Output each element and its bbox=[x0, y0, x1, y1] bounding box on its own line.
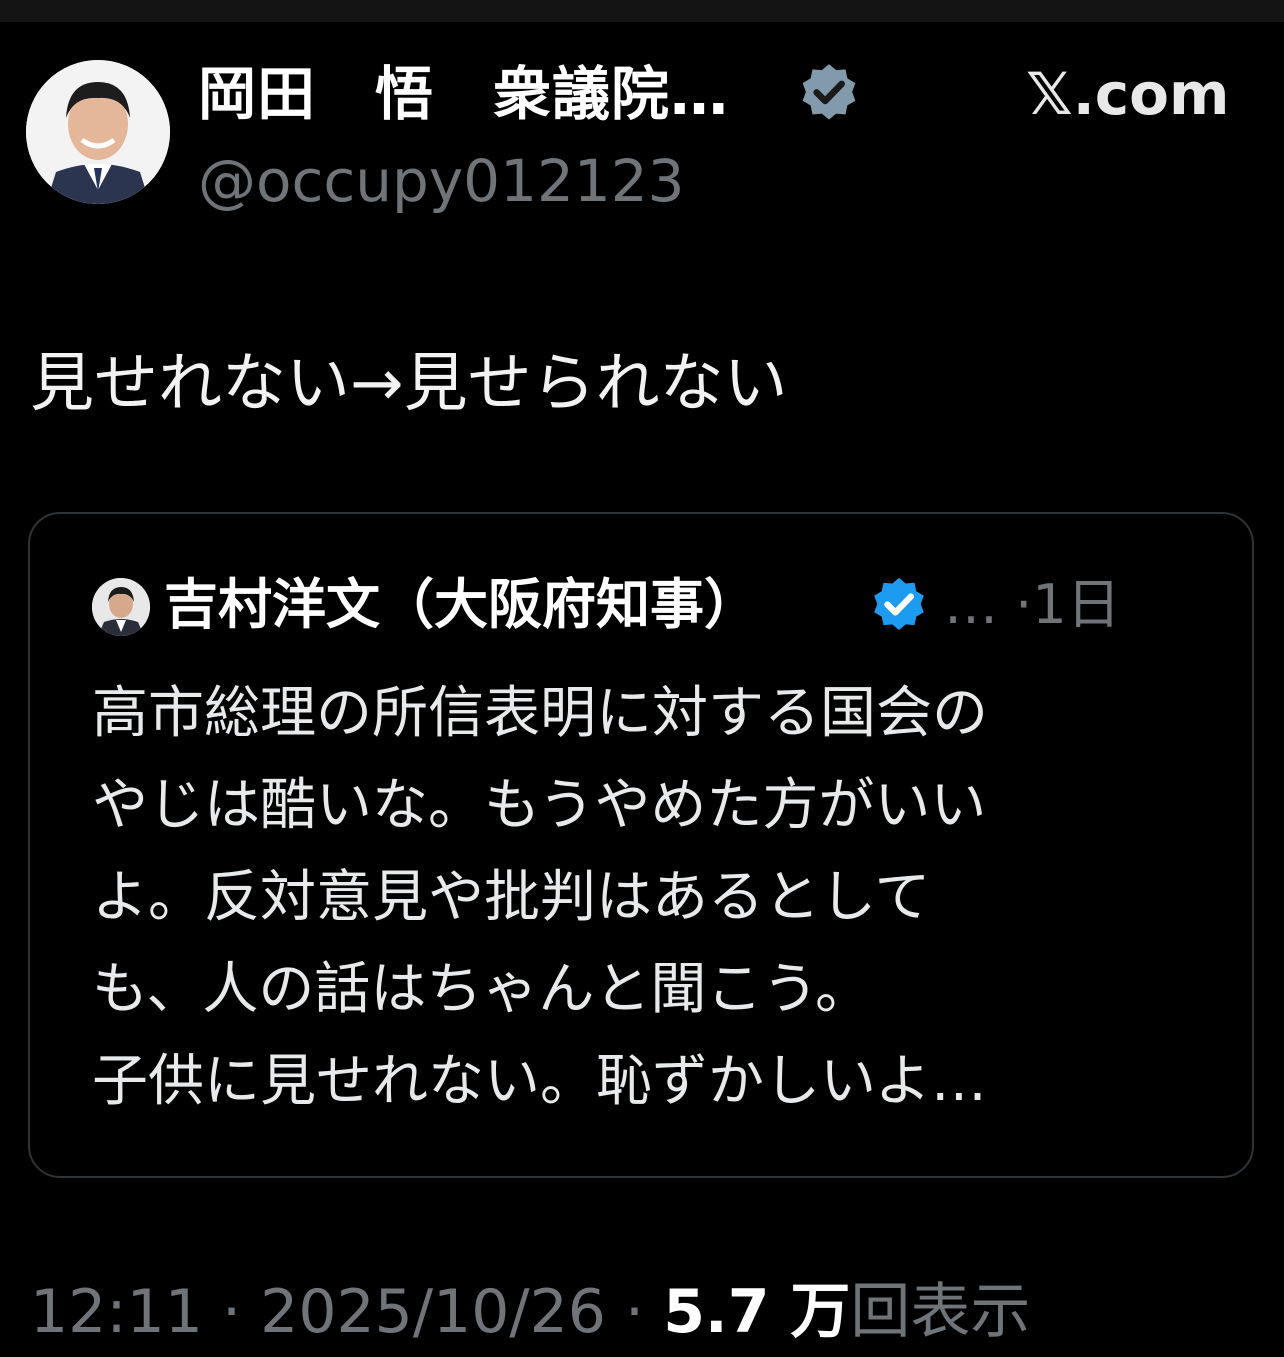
site-label: 𝕏.com bbox=[1026, 60, 1230, 128]
tweet-time[interactable]: 12:11 bbox=[30, 1277, 203, 1347]
quoted-tweet-meta: … ·1日 bbox=[944, 573, 1121, 636]
view-count: 5.7 万 bbox=[663, 1277, 851, 1347]
quoted-tweet-card[interactable]: 吉村洋文（大阪府知事） … ·1日 高市総理の所信表明に対する国会の やじは酷い… bbox=[28, 512, 1254, 1178]
quoted-tweet-line: よ。反対意見や批判はあるとして bbox=[92, 865, 931, 930]
tweet-date[interactable]: 2025/10/26 bbox=[260, 1277, 606, 1347]
quoted-tweet-line: 高市総理の所信表明に対する国会の bbox=[92, 681, 988, 746]
tweet-footer: 12:11 · 2025/10/26 · 5.7 万回表示 bbox=[30, 1274, 1030, 1350]
author-name[interactable]: 岡田 悟 衆議院… bbox=[198, 58, 729, 130]
quoted-tweet-body: 高市総理の所信表明に対する国会の やじは酷いな。もうやめた方がいい よ。反対意見… bbox=[92, 668, 1202, 1128]
quoted-tweet-line: も、人の話はちゃんと聞こう。 bbox=[92, 957, 871, 1022]
verified-badge-icon bbox=[802, 64, 856, 120]
quoted-tweet-line: やじは酷いな。もうやめた方がいい bbox=[92, 773, 987, 838]
author-avatar[interactable] bbox=[26, 60, 170, 204]
tweet-text: 見せれない→見せられない bbox=[30, 347, 788, 421]
view-label: 回表示 bbox=[850, 1277, 1031, 1347]
separator: · bbox=[202, 1277, 261, 1347]
top-bar bbox=[0, 0, 1284, 22]
author-handle[interactable]: @occupy012123 bbox=[198, 146, 685, 216]
quoted-author-avatar[interactable] bbox=[92, 578, 150, 636]
quoted-tweet-line: 子供に見せれない。恥ずかしいよ… bbox=[92, 1049, 987, 1114]
verified-blue-icon bbox=[874, 577, 924, 631]
quoted-author-name[interactable]: 吉村洋文（大阪府知事） bbox=[164, 570, 758, 640]
separator: · bbox=[605, 1277, 664, 1347]
